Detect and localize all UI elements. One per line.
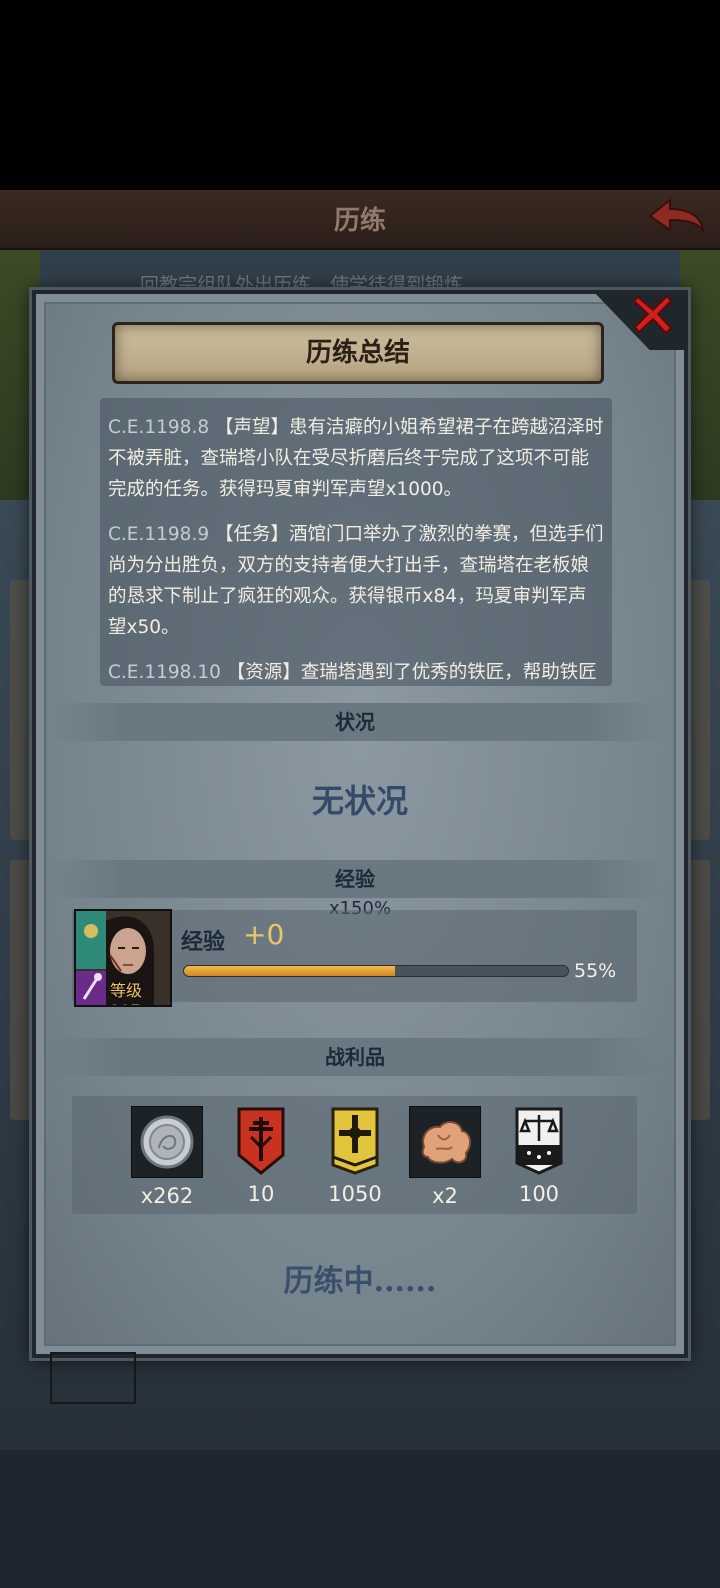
status-section-header: 状况	[46, 703, 664, 741]
experience-label: 经验	[181, 930, 226, 955]
silver-coin-icon	[131, 1106, 203, 1178]
loot-count: x2	[432, 1184, 458, 1208]
loot-count: x262	[140, 1184, 194, 1208]
loot-item[interactable]: x262	[122, 1106, 212, 1208]
log-entry-date: C.E.1198.10	[108, 662, 221, 683]
loot-item[interactable]: x2	[400, 1106, 490, 1208]
status-value: 无状况	[311, 782, 408, 820]
log-entry: C.E.1198.9 【任务】酒馆门口举办了激烈的拳赛，但选手们尚为分出胜负，双…	[108, 519, 604, 643]
loot-item[interactable]: 1050	[310, 1106, 400, 1206]
close-icon[interactable]	[630, 291, 676, 341]
experience-gain: +0	[243, 918, 285, 951]
loot-count: 100	[518, 1182, 560, 1206]
dialog-title: 历练总结	[112, 322, 604, 384]
log-entry: C.E.1198.10 【资源】查瑞塔遇到了优秀的铁匠，帮助铁匠锻造武器，被赠予…	[108, 657, 604, 686]
log-entry-date: C.E.1198.9	[108, 524, 210, 545]
loot-section-header: 战利品	[46, 1038, 664, 1076]
scales-banner-icon	[504, 1106, 574, 1176]
red-crest-banner-icon	[226, 1106, 296, 1176]
experience-progress-fill	[184, 966, 396, 976]
loot-count: 10	[247, 1182, 275, 1206]
background-bottom	[0, 1450, 720, 1588]
background-slot-frame	[50, 1352, 136, 1404]
loot-count: 1050	[328, 1182, 382, 1206]
close-button[interactable]	[628, 290, 678, 342]
back-arrow-icon[interactable]	[646, 196, 706, 238]
experience-progress-text: 55%	[574, 960, 617, 982]
training-in-progress-text: 历练中......	[283, 1264, 437, 1299]
experience-section-header: 经验	[46, 860, 664, 898]
loot-item[interactable]: 100	[494, 1106, 584, 1206]
event-log[interactable]: C.E.1198.8 【声望】患有洁癖的小姐希望裙子在跨越沼泽时不被弄脏，查瑞塔…	[100, 398, 612, 686]
character-level: 等级107	[110, 981, 143, 1005]
top-black-area	[0, 0, 720, 190]
log-entry-date: C.E.1198.8	[108, 417, 210, 438]
background-page-title: 历练	[333, 206, 386, 236]
loot-item[interactable]: 10	[216, 1106, 306, 1206]
experience-progress-bar	[183, 965, 569, 977]
log-entry: C.E.1198.8 【声望】患有洁癖的小姐希望裙子在跨越沼泽时不被弄脏，查瑞塔…	[108, 412, 604, 505]
ore-rock-icon	[409, 1106, 481, 1178]
gold-cross-banner-icon	[320, 1106, 390, 1176]
character-portrait[interactable]: 等级107	[74, 909, 172, 1007]
